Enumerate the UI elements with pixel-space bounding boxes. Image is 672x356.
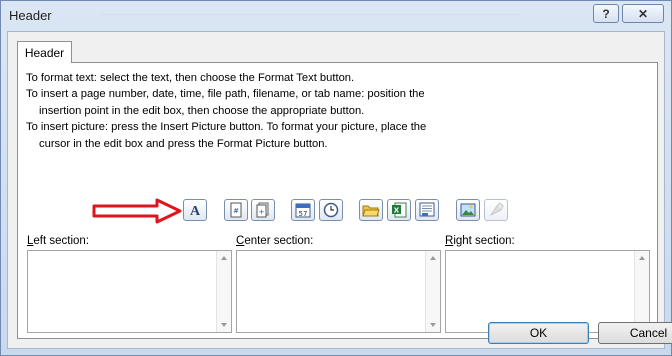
left-section-scrollbar[interactable] [216,251,231,332]
title-bar[interactable]: Header ? ✕ [1,1,671,31]
insert-sheet-name-button[interactable] [415,199,439,221]
scroll-down-icon[interactable] [430,323,436,327]
insert-time-button[interactable] [319,199,343,221]
dialog-title: Header [9,8,52,23]
cancel-button[interactable]: Cancel [598,322,672,344]
instruction-line: To insert picture: press the Insert Pict… [26,121,427,134]
instruction-line: insertion point in the edit box, then ch… [39,104,365,117]
scroll-up-icon[interactable] [221,256,227,260]
center-section-editbox[interactable] [236,250,441,333]
right-section-label: Right section: [445,235,515,247]
center-section-scrollbar[interactable] [425,251,440,332]
svg-text:#: # [233,207,239,215]
format-text-icon: A [190,204,201,217]
insert-date-button[interactable]: 57 [291,199,315,221]
left-section-editbox[interactable] [27,250,232,333]
insert-page-number-button[interactable]: # [224,199,248,221]
page-number-icon: # [230,202,242,218]
instruction-line: cursor in the edit box and press the For… [39,137,328,150]
dialog-body: Header To format text: select the text, … [7,31,672,349]
clock-icon [323,202,339,218]
scroll-down-icon[interactable] [221,323,227,327]
format-text-button[interactable]: A [183,199,207,221]
insert-file-path-button[interactable] [359,199,383,221]
instructions-text: To format text: select the text, then ch… [26,70,651,152]
insert-number-of-pages-button[interactable]: + [251,199,275,221]
right-section-scrollbar[interactable] [634,251,649,332]
number-of-pages-icon: + [256,202,269,218]
instruction-line: To format text: select the text, then ch… [26,72,355,84]
svg-text:A: A [190,204,201,217]
svg-text:57: 57 [299,210,308,218]
help-button[interactable]: ? [593,4,619,23]
scroll-up-icon[interactable] [430,256,436,260]
header-dialog: Header ? ✕ Header To format text: select… [0,0,672,356]
ok-button[interactable]: OK [488,322,589,344]
svg-text:+: + [259,208,265,216]
format-picture-icon [489,202,504,217]
folder-icon [362,205,380,217]
left-section-label: Left section: [27,235,90,247]
picture-icon [460,203,476,217]
tab-panel: To format text: select the text, then ch… [17,62,658,339]
tab-header[interactable]: Header [17,41,72,63]
svg-text:X: X [394,207,400,215]
right-section-editbox[interactable] [445,250,650,333]
close-button[interactable]: ✕ [622,4,664,23]
scroll-up-icon[interactable] [639,256,645,260]
sheet-tab-icon [419,202,435,217]
center-section-label: Center section: [236,235,314,247]
instruction-line: To insert a page number, date, time, fil… [26,88,425,101]
format-picture-button[interactable] [484,199,508,221]
insert-picture-button[interactable] [456,199,480,221]
insert-file-name-button[interactable]: X [387,199,411,221]
calendar-icon: 57 [295,203,311,218]
red-arrow-annotation [92,198,182,224]
background-window-ghost [101,1,521,15]
excel-file-icon: X [392,202,407,218]
